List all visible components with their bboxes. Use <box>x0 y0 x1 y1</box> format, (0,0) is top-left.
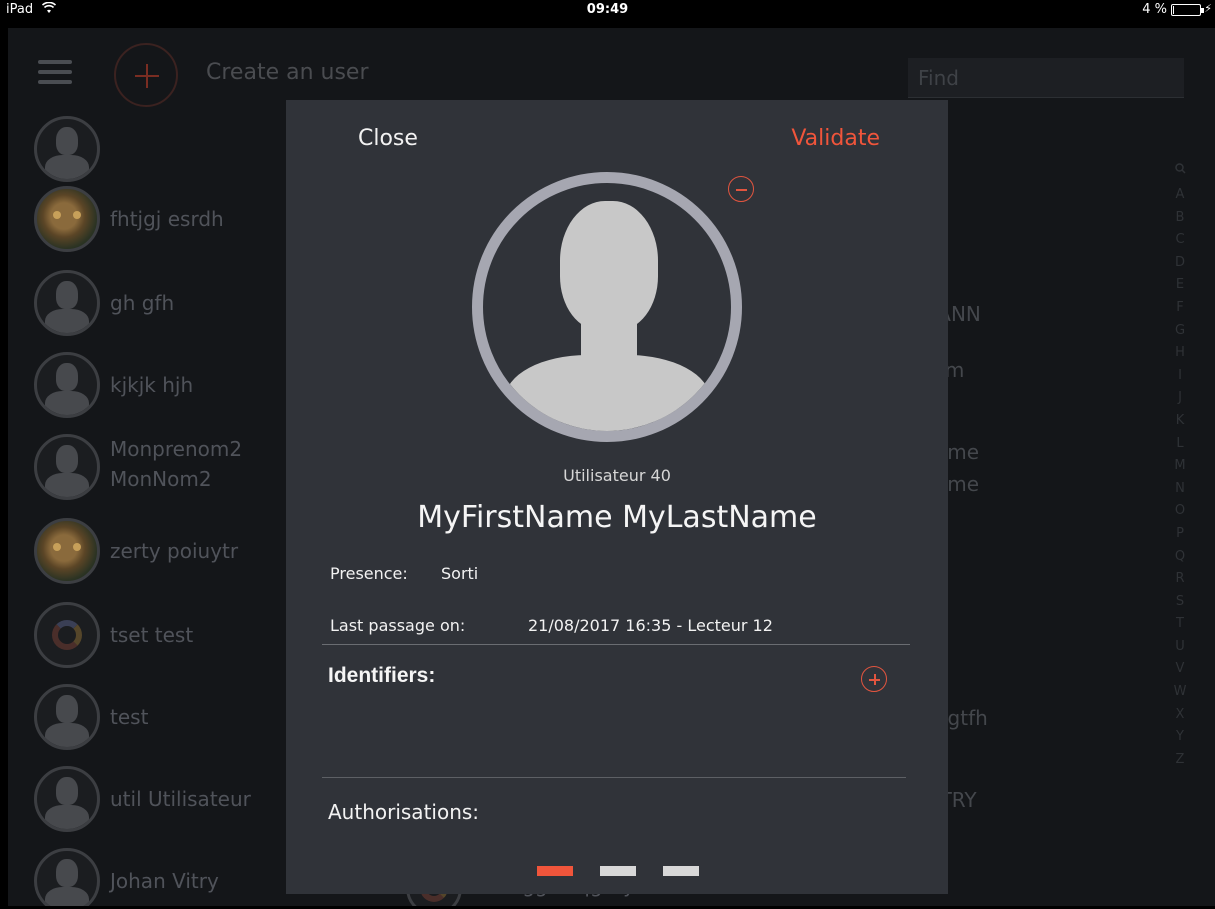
search-icon[interactable] <box>1168 160 1192 184</box>
hamburger-menu-icon[interactable] <box>38 60 72 84</box>
alphabet-letter[interactable]: M <box>1168 455 1192 478</box>
user-name: test <box>110 705 149 729</box>
silhouette-head <box>560 201 658 331</box>
last-passage-label: Last passage on: <box>330 616 466 635</box>
create-user-label[interactable]: Create an user <box>206 60 369 85</box>
user-name: Johan Vitry <box>110 869 219 893</box>
alphabet-letter[interactable]: Q <box>1168 546 1192 569</box>
alphabet-letter[interactable]: L <box>1168 433 1192 456</box>
alphabet-letter[interactable]: K <box>1168 410 1192 433</box>
authorisations-heading: Authorisations: <box>328 800 480 824</box>
user-detail-modal: Close Validate Utilisateur 40 MyFirstNam… <box>286 100 948 894</box>
page-dot-3[interactable] <box>663 866 699 876</box>
add-identifier-button[interactable] <box>861 666 887 692</box>
avatar <box>34 186 100 252</box>
remove-photo-icon[interactable] <box>728 176 754 202</box>
user-name: gh gfh <box>110 291 175 315</box>
clock: 09:49 <box>586 2 629 17</box>
user-name: Monprenom2 MonNom2 <box>110 434 242 494</box>
alphabet-letters: ABCDEFGHIJKLMNOPQRSTUVWXYZ <box>1168 184 1192 771</box>
alphabet-letter[interactable]: G <box>1168 320 1192 343</box>
add-user-button[interactable] <box>114 43 178 107</box>
alphabet-letter[interactable]: R <box>1168 568 1192 591</box>
last-passage-value: 21/08/2017 16:35 - Lecteur 12 <box>528 616 773 635</box>
battery-icon <box>1171 4 1204 16</box>
avatar <box>34 848 100 906</box>
page-dot-2[interactable] <box>600 866 636 876</box>
status-bar: iPad 09:49 4 % ⚡ <box>0 0 1215 20</box>
alphabet-letter[interactable]: N <box>1168 478 1192 501</box>
alphabet-letter[interactable]: S <box>1168 591 1192 614</box>
charging-icon: ⚡ <box>1204 2 1212 15</box>
alphabet-letter[interactable]: T <box>1168 613 1192 636</box>
identifiers-heading: Identifiers: <box>328 664 436 687</box>
alphabet-letter[interactable]: Y <box>1168 726 1192 749</box>
avatar <box>34 766 100 832</box>
avatar <box>34 602 100 668</box>
avatar <box>34 352 100 418</box>
alphabet-index[interactable]: ABCDEFGHIJKLMNOPQRSTUVWXYZ <box>1168 160 1192 771</box>
alphabet-letter[interactable]: C <box>1168 229 1192 252</box>
alphabet-letter[interactable]: B <box>1168 207 1192 230</box>
alphabet-letter[interactable]: J <box>1168 387 1192 410</box>
validate-button[interactable]: Validate <box>791 126 880 151</box>
presence-label: Presence: <box>330 564 408 583</box>
alphabet-letter[interactable]: X <box>1168 704 1192 727</box>
alphabet-letter[interactable]: H <box>1168 342 1192 365</box>
page-dot-1[interactable] <box>537 866 573 876</box>
alphabet-letter[interactable]: F <box>1168 297 1192 320</box>
alphabet-letter[interactable]: P <box>1168 523 1192 546</box>
user-name: util Utilisateur <box>110 787 251 811</box>
alphabet-letter[interactable]: O <box>1168 500 1192 523</box>
avatar <box>34 116 100 182</box>
presence-value: Sorti <box>441 564 479 583</box>
alphabet-letter[interactable]: A <box>1168 184 1192 207</box>
divider <box>322 644 910 645</box>
avatar <box>34 684 100 750</box>
silhouette-body <box>505 355 710 431</box>
user-photo[interactable] <box>472 172 742 442</box>
user-first-name: Monprenom2 <box>110 437 243 461</box>
app-screen: Create an user fhtjgj esrdh gh gfh kjkjk… <box>8 28 1215 906</box>
user-name: fhtjgj esrdh <box>110 207 224 231</box>
alphabet-letter[interactable]: E <box>1168 274 1192 297</box>
alphabet-letter[interactable]: D <box>1168 252 1192 275</box>
divider <box>322 777 906 778</box>
alphabet-letter[interactable]: I <box>1168 365 1192 388</box>
user-full-name: MyFirstName MyLastName <box>417 500 817 535</box>
search-input[interactable] <box>908 58 1184 98</box>
user-name: zerty poiuytr <box>110 539 239 563</box>
user-subtitle: Utilisateur 40 <box>563 466 671 485</box>
avatar <box>34 518 100 584</box>
battery-percent: 4 % <box>1142 2 1167 17</box>
user-name: tset test <box>110 623 194 647</box>
alphabet-letter[interactable]: V <box>1168 658 1192 681</box>
battery-fill <box>1173 6 1174 14</box>
user-name: kjkjk hjh <box>110 373 194 397</box>
alphabet-letter[interactable]: W <box>1168 681 1192 704</box>
avatar <box>34 270 100 336</box>
alphabet-letter[interactable]: U <box>1168 636 1192 659</box>
user-last-name: MonNom2 <box>110 467 212 491</box>
close-button[interactable]: Close <box>358 126 418 151</box>
avatar <box>34 434 100 500</box>
alphabet-letter[interactable]: Z <box>1168 749 1192 772</box>
